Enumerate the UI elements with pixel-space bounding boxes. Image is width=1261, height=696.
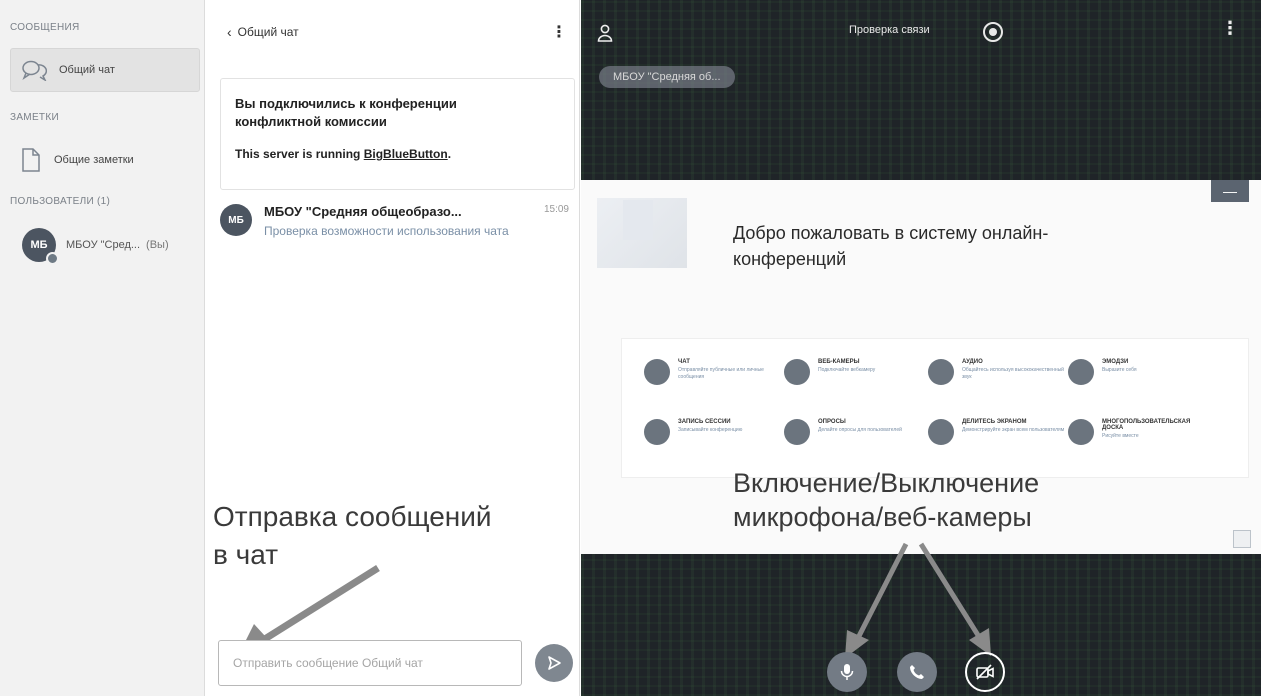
slide-title: Добро пожаловать в систему онлайн-конфер… bbox=[733, 223, 1049, 269]
presenter-badge[interactable]: МБОУ "Средняя об... bbox=[599, 66, 735, 88]
chat-title: Общий чат bbox=[237, 25, 299, 39]
feature-item: ДЕЛИТЕСЬ ЭКРАНОМ Демонстрируйте экран все… bbox=[928, 419, 1070, 445]
user-self-label: (Вы) bbox=[146, 239, 169, 251]
user-list-item[interactable]: МБ МБОУ "Сред... (Вы) bbox=[22, 228, 169, 265]
messages-section-title: СООБЩЕНИЯ bbox=[10, 22, 80, 33]
screenshare-icon bbox=[928, 419, 954, 445]
document-icon bbox=[22, 148, 40, 172]
welcome-text: Вы подключились к конференции конфликтно… bbox=[235, 96, 457, 129]
webcam-off-icon bbox=[976, 664, 994, 680]
feature-item: ЭМОДЗИ Выразите себя bbox=[1068, 359, 1210, 385]
poll-icon bbox=[784, 419, 810, 445]
main-content: Проверка связи ⋮ МБОУ "Средняя об... Доб… bbox=[581, 0, 1261, 696]
sidebar-item-label: Общий чат bbox=[59, 64, 115, 76]
microphone-icon bbox=[840, 664, 854, 680]
message-time: 15:09 bbox=[543, 204, 569, 215]
sidebar-item-shared-notes[interactable]: Общие заметки bbox=[10, 138, 200, 182]
audio-leave-button[interactable] bbox=[897, 652, 937, 692]
feature-item: ЗАПИСЬ СЕССИИ Записывайте конференцию bbox=[644, 419, 786, 445]
notes-section-title: ЗАМЕТКИ bbox=[10, 112, 59, 123]
user-name: МБОУ "Сред... bbox=[66, 239, 141, 251]
webcam-icon bbox=[784, 359, 810, 385]
sidebar-item-public-chat[interactable]: Общий чат bbox=[10, 48, 200, 92]
record-icon bbox=[989, 28, 997, 36]
users-section-title: ПОЛЬЗОВАТЕЛИ (1) bbox=[10, 196, 111, 207]
avatar: МБ bbox=[220, 204, 252, 236]
chat-bubbles-icon bbox=[22, 60, 47, 81]
feature-item: АУДИО Общайтесь используя высококачествен… bbox=[928, 359, 1070, 385]
left-sidebar: СООБЩЕНИЯ Общий чат ЗАМЕТКИ Общие заметк… bbox=[0, 0, 205, 696]
microphone-button[interactable] bbox=[827, 652, 867, 692]
annotation-media-controls: Включение/Выключение микрофона/веб-камер… bbox=[733, 468, 1040, 532]
chat-header: ‹ Общий чат ⋮ bbox=[227, 22, 567, 42]
recording-icon bbox=[644, 419, 670, 445]
chat-message: МБ МБОУ "Средняя общеобразо... 15:09 Про… bbox=[220, 204, 575, 239]
welcome-message: Вы подключились к конференции конфликтно… bbox=[220, 78, 575, 190]
chat-icon bbox=[644, 359, 670, 385]
message-text: Проверка возможности использования чата bbox=[264, 224, 509, 238]
emoji-icon bbox=[1068, 359, 1094, 385]
chat-message-input[interactable]: Отправить сообщение Общий чат bbox=[218, 640, 522, 686]
sidebar-item-label: Общие заметки bbox=[54, 154, 134, 166]
bigbluebutton-link[interactable]: BigBlueButton bbox=[364, 147, 448, 161]
chat-options-icon[interactable]: ⋮ bbox=[551, 22, 567, 42]
record-button[interactable] bbox=[983, 22, 1003, 42]
whiteboard-icon bbox=[1068, 419, 1094, 445]
minimize-presentation-button[interactable]: — bbox=[1211, 180, 1249, 202]
annotation-arrows-media bbox=[845, 542, 991, 658]
feature-item: МНОГОПОЛЬЗОВАТЕЛЬСКАЯ ДОСКА Рисуйте вмест… bbox=[1068, 419, 1210, 445]
slide-logo-detail bbox=[623, 200, 653, 240]
features-panel: ЧАТ Отправляйте публичные или личные сооб… bbox=[621, 338, 1249, 478]
chevron-left-icon: ‹ bbox=[227, 24, 232, 40]
phone-icon bbox=[910, 665, 924, 679]
server-info: This server is running BigBlueButton. bbox=[235, 147, 452, 161]
main-options-icon[interactable]: ⋮ bbox=[1221, 18, 1239, 39]
avatar: МБ bbox=[22, 228, 59, 265]
feature-item: ВЕБ-КАМЕРЫ Подключайте вебкамеру bbox=[784, 359, 926, 385]
users-toggle-button[interactable] bbox=[597, 24, 613, 47]
message-author: МБОУ "Средняя общеобразо... bbox=[264, 204, 462, 219]
feature-item: ЧАТ Отправляйте публичные или личные сооб… bbox=[644, 359, 786, 385]
presenter-status-icon bbox=[46, 252, 59, 265]
send-message-button[interactable] bbox=[535, 644, 573, 682]
user-icon bbox=[597, 24, 613, 42]
send-icon bbox=[548, 656, 561, 670]
fullscreen-button[interactable] bbox=[1233, 530, 1251, 548]
presentation-slide: Добро пожаловать в систему онлайн-конфер… bbox=[581, 180, 1261, 554]
audio-icon bbox=[928, 359, 954, 385]
webcam-button[interactable] bbox=[965, 652, 1005, 692]
feature-item: ОПРОСЫ Делайте опросы для пользователей bbox=[784, 419, 926, 445]
meeting-title: Проверка связи bbox=[849, 24, 930, 36]
chat-back-button[interactable]: ‹ Общий чат bbox=[227, 24, 299, 40]
